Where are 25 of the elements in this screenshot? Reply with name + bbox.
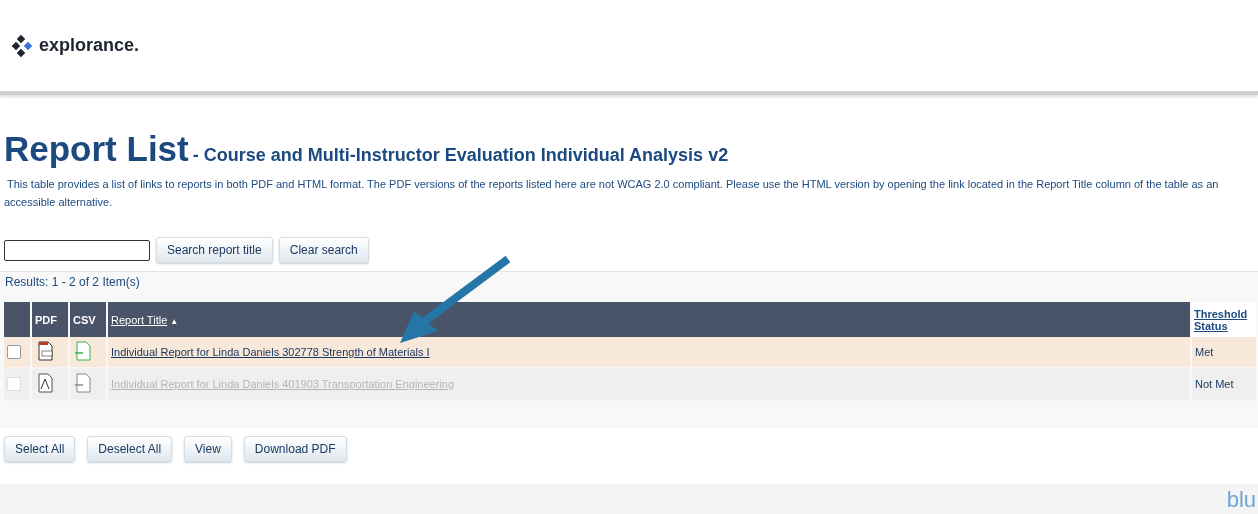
page-title: Report List xyxy=(4,129,189,169)
action-button[interactable]: View xyxy=(184,436,232,462)
search-button[interactable]: Search report title xyxy=(156,237,273,263)
threshold-status: Not Met xyxy=(1195,378,1234,390)
pdf-file-icon[interactable] xyxy=(35,373,55,393)
column-header: CSV xyxy=(70,302,106,337)
sort-icon: ▲ xyxy=(170,316,179,326)
column-header: PDF xyxy=(32,302,68,337)
brand-text: blu xyxy=(1226,486,1256,514)
logo-text: explorance. xyxy=(39,35,140,56)
search-button[interactable]: Clear search xyxy=(278,237,369,263)
page-subtitle: - Course and Multi-Instructor Evaluation Individual Analysis v2 xyxy=(192,145,729,166)
action-button[interactable]: Download PDF xyxy=(243,436,347,462)
csv-file-icon[interactable] xyxy=(73,341,93,361)
report-link[interactable]: Individual Report for Linda Daniels 302778 Strength of Materials I xyxy=(111,346,430,358)
action-button[interactable]: Deselect All xyxy=(87,436,173,462)
description-text: This table provides a list of links to reports in both PDF and HTML format. The PDF versions of the reports listed here are not WCAG 2.0 compliant. Please use the HTML version by opening the link located in the Report Title column of the table as an accessible alternative. xyxy=(4,177,1220,210)
row-checkbox[interactable] xyxy=(7,345,21,359)
pdf-file-icon[interactable] xyxy=(35,341,55,361)
threshold-status: Met xyxy=(1195,346,1214,358)
search-field[interactable] xyxy=(4,239,150,261)
column-header[interactable]: Report Title xyxy=(111,313,168,326)
results-count: Results: 1 - 2 of 2 Item(s) xyxy=(4,274,141,291)
action-button[interactable]: Select All xyxy=(4,436,76,462)
csv-file-icon[interactable] xyxy=(73,373,93,393)
